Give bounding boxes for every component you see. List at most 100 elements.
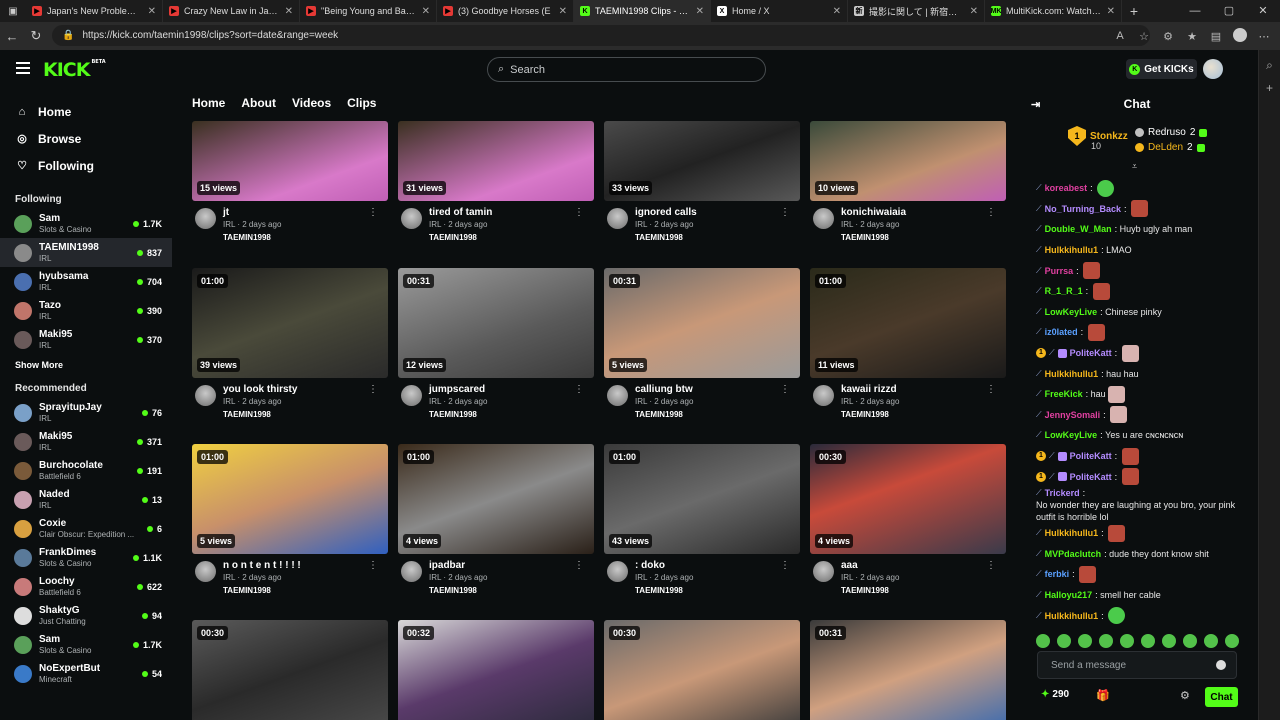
sidebar-nav-browse[interactable]: ◎ Browse	[0, 125, 172, 152]
chat-username[interactable]: PoliteKatt	[1070, 347, 1112, 359]
clip-thumbnail[interactable]: 10 views	[810, 121, 1006, 201]
more-options-icon[interactable]: ⋮	[574, 207, 584, 218]
clip-thumbnail[interactable]: 01:00 4 views	[398, 444, 594, 554]
sidebar-channel[interactable]: ShaktyG Just Chatting 94	[0, 601, 172, 630]
emote-icon[interactable]	[1183, 634, 1197, 648]
sidebar-channel[interactable]: SprayitupJay IRL 76	[0, 398, 172, 427]
close-tab-icon[interactable]: ✕	[285, 6, 293, 17]
clip-title[interactable]: n o n t e n t ! ! ! !	[223, 560, 301, 571]
clip-channel[interactable]: TAEMIN1998	[635, 410, 683, 419]
sidebar-channel[interactable]: Sam Slots & Casino 1.7K	[0, 209, 172, 238]
more-options-icon[interactable]: ⋮	[780, 207, 790, 218]
clip-title[interactable]: you look thirsty	[223, 384, 297, 395]
leaderboard-entry[interactable]: DeLden 2	[1135, 142, 1205, 153]
sidebar-channel[interactable]: hyubsama IRL 704	[0, 267, 172, 296]
emote-icon[interactable]	[1057, 634, 1071, 648]
close-tab-icon[interactable]: ✕	[148, 6, 156, 17]
clip-thumbnail[interactable]: 31 views	[398, 121, 594, 201]
clip-channel[interactable]: TAEMIN1998	[635, 233, 683, 242]
clip-title[interactable]: calliung btw	[635, 384, 693, 395]
url-field[interactable]: 🔒 https://kick.com/taemin1998/clips?sort…	[52, 25, 1150, 46]
sidebar-nav-home[interactable]: ⌂ Home	[0, 98, 172, 125]
extensions-icon[interactable]: ⚙	[1156, 30, 1180, 43]
add-icon[interactable]: +	[1259, 81, 1280, 95]
close-tab-icon[interactable]: ✕	[1107, 6, 1115, 17]
clip-card[interactable]: 00:32	[398, 620, 594, 720]
tab-clips[interactable]: Clips	[347, 96, 376, 110]
clip-card[interactable]: 00:31 12 views jumpscared IRL · 2 days ag…	[398, 268, 594, 430]
get-kicks-button[interactable]: K Get KICKs	[1126, 59, 1197, 79]
read-aloud-icon[interactable]: A	[1108, 30, 1132, 42]
clip-thumbnail[interactable]: 00:31 12 views	[398, 268, 594, 378]
clip-thumbnail[interactable]: 01:00 5 views	[192, 444, 388, 554]
emote-icon[interactable]	[1099, 634, 1113, 648]
emote-icon[interactable]	[1141, 634, 1155, 648]
show-more-link[interactable]: Show More	[0, 354, 172, 376]
chat-username[interactable]: JennySomali	[1045, 409, 1101, 421]
clip-title[interactable]: : doko	[635, 560, 665, 571]
more-options-icon[interactable]: ⋮	[368, 384, 378, 395]
sidebar-channel[interactable]: FrankDimes Slots & Casino 1.1K	[0, 543, 172, 572]
browser-tab[interactable]: K TAEMIN1998 Clips - Watch ✕	[574, 0, 711, 22]
chat-username[interactable]: MVPdaclutch	[1045, 548, 1102, 560]
profile-icon[interactable]	[1228, 27, 1252, 45]
maximize-icon[interactable]: ▢	[1212, 0, 1246, 22]
emote-icon[interactable]	[1120, 634, 1134, 648]
clip-thumbnail[interactable]: 00:30 4 views	[810, 444, 1006, 554]
tab-about[interactable]: About	[241, 96, 276, 110]
clip-card[interactable]: 33 views ignored calls IRL · 2 days ago …	[604, 121, 800, 253]
clip-thumbnail[interactable]: 00:32	[398, 620, 594, 720]
browser-tab[interactable]: ▶ Crazy New Law in Japan to ✕	[163, 0, 300, 22]
browser-tab[interactable]: ▶ "Being Young and Based in ✕	[300, 0, 437, 22]
window-menu-icon[interactable]: ▣	[0, 0, 26, 22]
close-tab-icon[interactable]: ✕	[422, 6, 430, 17]
browser-tab[interactable]: ▶ Japan's New Problem: Zom ✕	[26, 0, 163, 22]
clip-thumbnail[interactable]: 00:31	[810, 620, 1006, 720]
clip-channel[interactable]: TAEMIN1998	[635, 586, 683, 595]
clip-card[interactable]: 00:31 5 views calliung btw IRL · 2 days a…	[604, 268, 800, 430]
more-options-icon[interactable]: ⋮	[574, 560, 584, 571]
sidebar-channel[interactable]: Burchocolate Battlefield 6 191	[0, 456, 172, 485]
tab-home[interactable]: Home	[192, 96, 225, 110]
avatar[interactable]	[607, 208, 628, 229]
browser-tab[interactable]: X Home / X ✕	[711, 0, 848, 22]
clip-card[interactable]: 00:31	[810, 620, 1006, 720]
back-icon[interactable]: ←	[0, 29, 24, 44]
clip-channel[interactable]: TAEMIN1998	[429, 410, 477, 419]
chat-username[interactable]: Purrsa	[1045, 265, 1074, 277]
close-tab-icon[interactable]: ✕	[833, 6, 841, 17]
clip-thumbnail[interactable]: 01:00 11 views	[810, 268, 1006, 378]
clip-thumbnail[interactable]: 15 views	[192, 121, 388, 201]
clip-title[interactable]: ignored calls	[635, 207, 697, 218]
browser-tab[interactable]: ▶ (3) Goodbye Horses (E ✕	[437, 0, 574, 22]
tab-videos[interactable]: Videos	[292, 96, 331, 110]
close-tab-icon[interactable]: ✕	[559, 6, 567, 17]
clip-title[interactable]: ipadbar	[429, 560, 465, 571]
avatar[interactable]	[401, 385, 422, 406]
hamburger-menu-icon[interactable]	[16, 62, 30, 74]
clip-card[interactable]: 01:00 4 views ipadbar IRL · 2 days ago TA…	[398, 444, 594, 606]
clip-channel[interactable]: TAEMIN1998	[841, 586, 889, 595]
clip-thumbnail[interactable]: 01:00 43 views	[604, 444, 800, 554]
clip-thumbnail[interactable]: 33 views	[604, 121, 800, 201]
clip-channel[interactable]: TAEMIN1998	[223, 233, 271, 242]
clip-card[interactable]: 31 views tired of tamin IRL · 2 days ago…	[398, 121, 594, 253]
send-chat-button[interactable]: Chat	[1205, 687, 1238, 707]
clip-channel[interactable]: TAEMIN1998	[841, 410, 889, 419]
chat-username[interactable]: ferbki	[1045, 568, 1070, 580]
more-options-icon[interactable]: ⋮	[986, 560, 996, 571]
chat-username[interactable]: No_Turning_Back	[1045, 203, 1121, 215]
avatar[interactable]	[813, 385, 834, 406]
avatar[interactable]	[813, 208, 834, 229]
clip-card[interactable]: 00:30	[192, 620, 388, 720]
new-tab-button[interactable]: +	[1122, 3, 1146, 19]
chat-username[interactable]: Hulkkihullu1	[1045, 610, 1099, 622]
clip-channel[interactable]: TAEMIN1998	[429, 233, 477, 242]
clip-thumbnail[interactable]: 00:31 5 views	[604, 268, 800, 378]
sidebar-channel[interactable]: Maki95 IRL 370	[0, 325, 172, 354]
clip-card[interactable]: 00:30 4 views aaa IRL · 2 days ago TAEMIN…	[810, 444, 1006, 606]
sidebar-channel[interactable]: Naded IRL 13	[0, 485, 172, 514]
more-options-icon[interactable]: ⋮	[780, 384, 790, 395]
chat-username[interactable]: LowKeyLive	[1045, 306, 1098, 318]
browser-tab[interactable]: MK MultiKick.com: Watch Mult ✕	[985, 0, 1122, 22]
